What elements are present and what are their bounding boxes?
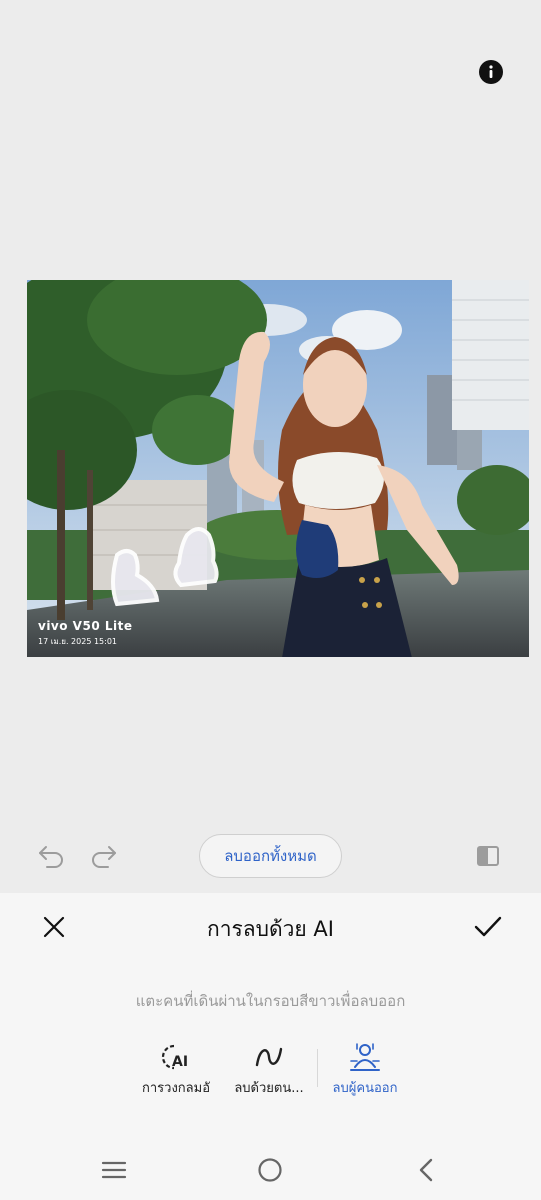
home-icon	[258, 1158, 282, 1182]
clear-all-button[interactable]: ลบออกทั้งหมด	[199, 834, 342, 878]
confirm-button[interactable]	[471, 911, 505, 943]
watermark-datetime: 17 เม.ย. 2025 15:01	[38, 637, 118, 646]
hint-text: แตะคนที่เดินผ่านในกรอบสีขาวเพื่อลบออก	[135, 992, 406, 1010]
svg-text:AI: AI	[172, 1054, 188, 1070]
home-button[interactable]	[254, 1155, 286, 1185]
compare-button[interactable]	[472, 842, 504, 870]
mode-remove-people-label: ลบผู้คนออก	[332, 1081, 398, 1096]
mode-remove-people[interactable]: ลบผู้คนออก	[320, 1041, 410, 1098]
mode-ai-circle-label: การวงกลมอั	[141, 1081, 210, 1096]
mode-ai-circle[interactable]: AI การวงกลมอั	[131, 1041, 221, 1098]
menu-icon	[101, 1161, 127, 1179]
photo-watermark: vivo V50 Lite 17 เม.ย. 2025 15:01	[38, 619, 132, 648]
ai-circle-icon: AI	[161, 1044, 188, 1070]
erase-mode-selector: AI การวงกลมอั ลบด้วยตน... ลบผู้คนออก	[0, 1041, 541, 1101]
edit-toolbar: ลบออกทั้งหมด	[0, 832, 541, 880]
panel-title: การลบด้วย AI	[207, 917, 334, 941]
info-button[interactable]	[479, 60, 503, 84]
undo-icon	[39, 846, 63, 868]
mode-manual-brush[interactable]: ลบด้วยตน...	[224, 1041, 314, 1098]
system-navigation-bar	[0, 1140, 541, 1200]
brush-stroke-icon	[255, 1047, 283, 1067]
redo-button[interactable]	[87, 842, 119, 870]
photo-preview[interactable]: vivo V50 Lite 17 เม.ย. 2025 15:01	[27, 280, 529, 657]
compare-icon	[477, 846, 499, 866]
redo-icon	[92, 846, 116, 868]
back-icon	[419, 1158, 433, 1182]
back-button[interactable]	[410, 1156, 442, 1184]
ai-erase-panel: การลบด้วย AI แตะคนที่เดินผ่านในกรอบสีขาว…	[0, 893, 541, 1200]
mode-manual-brush-label: ลบด้วยตน...	[234, 1081, 304, 1096]
watermark-brand: vivo V50 Lite	[38, 619, 133, 633]
panel-header: การลบด้วย AI	[0, 893, 541, 961]
remove-people-icon	[350, 1043, 380, 1071]
undo-button[interactable]	[36, 842, 68, 870]
mode-divider	[317, 1049, 318, 1087]
info-icon	[489, 65, 493, 78]
menu-button[interactable]	[98, 1156, 130, 1184]
check-icon	[474, 916, 502, 937]
